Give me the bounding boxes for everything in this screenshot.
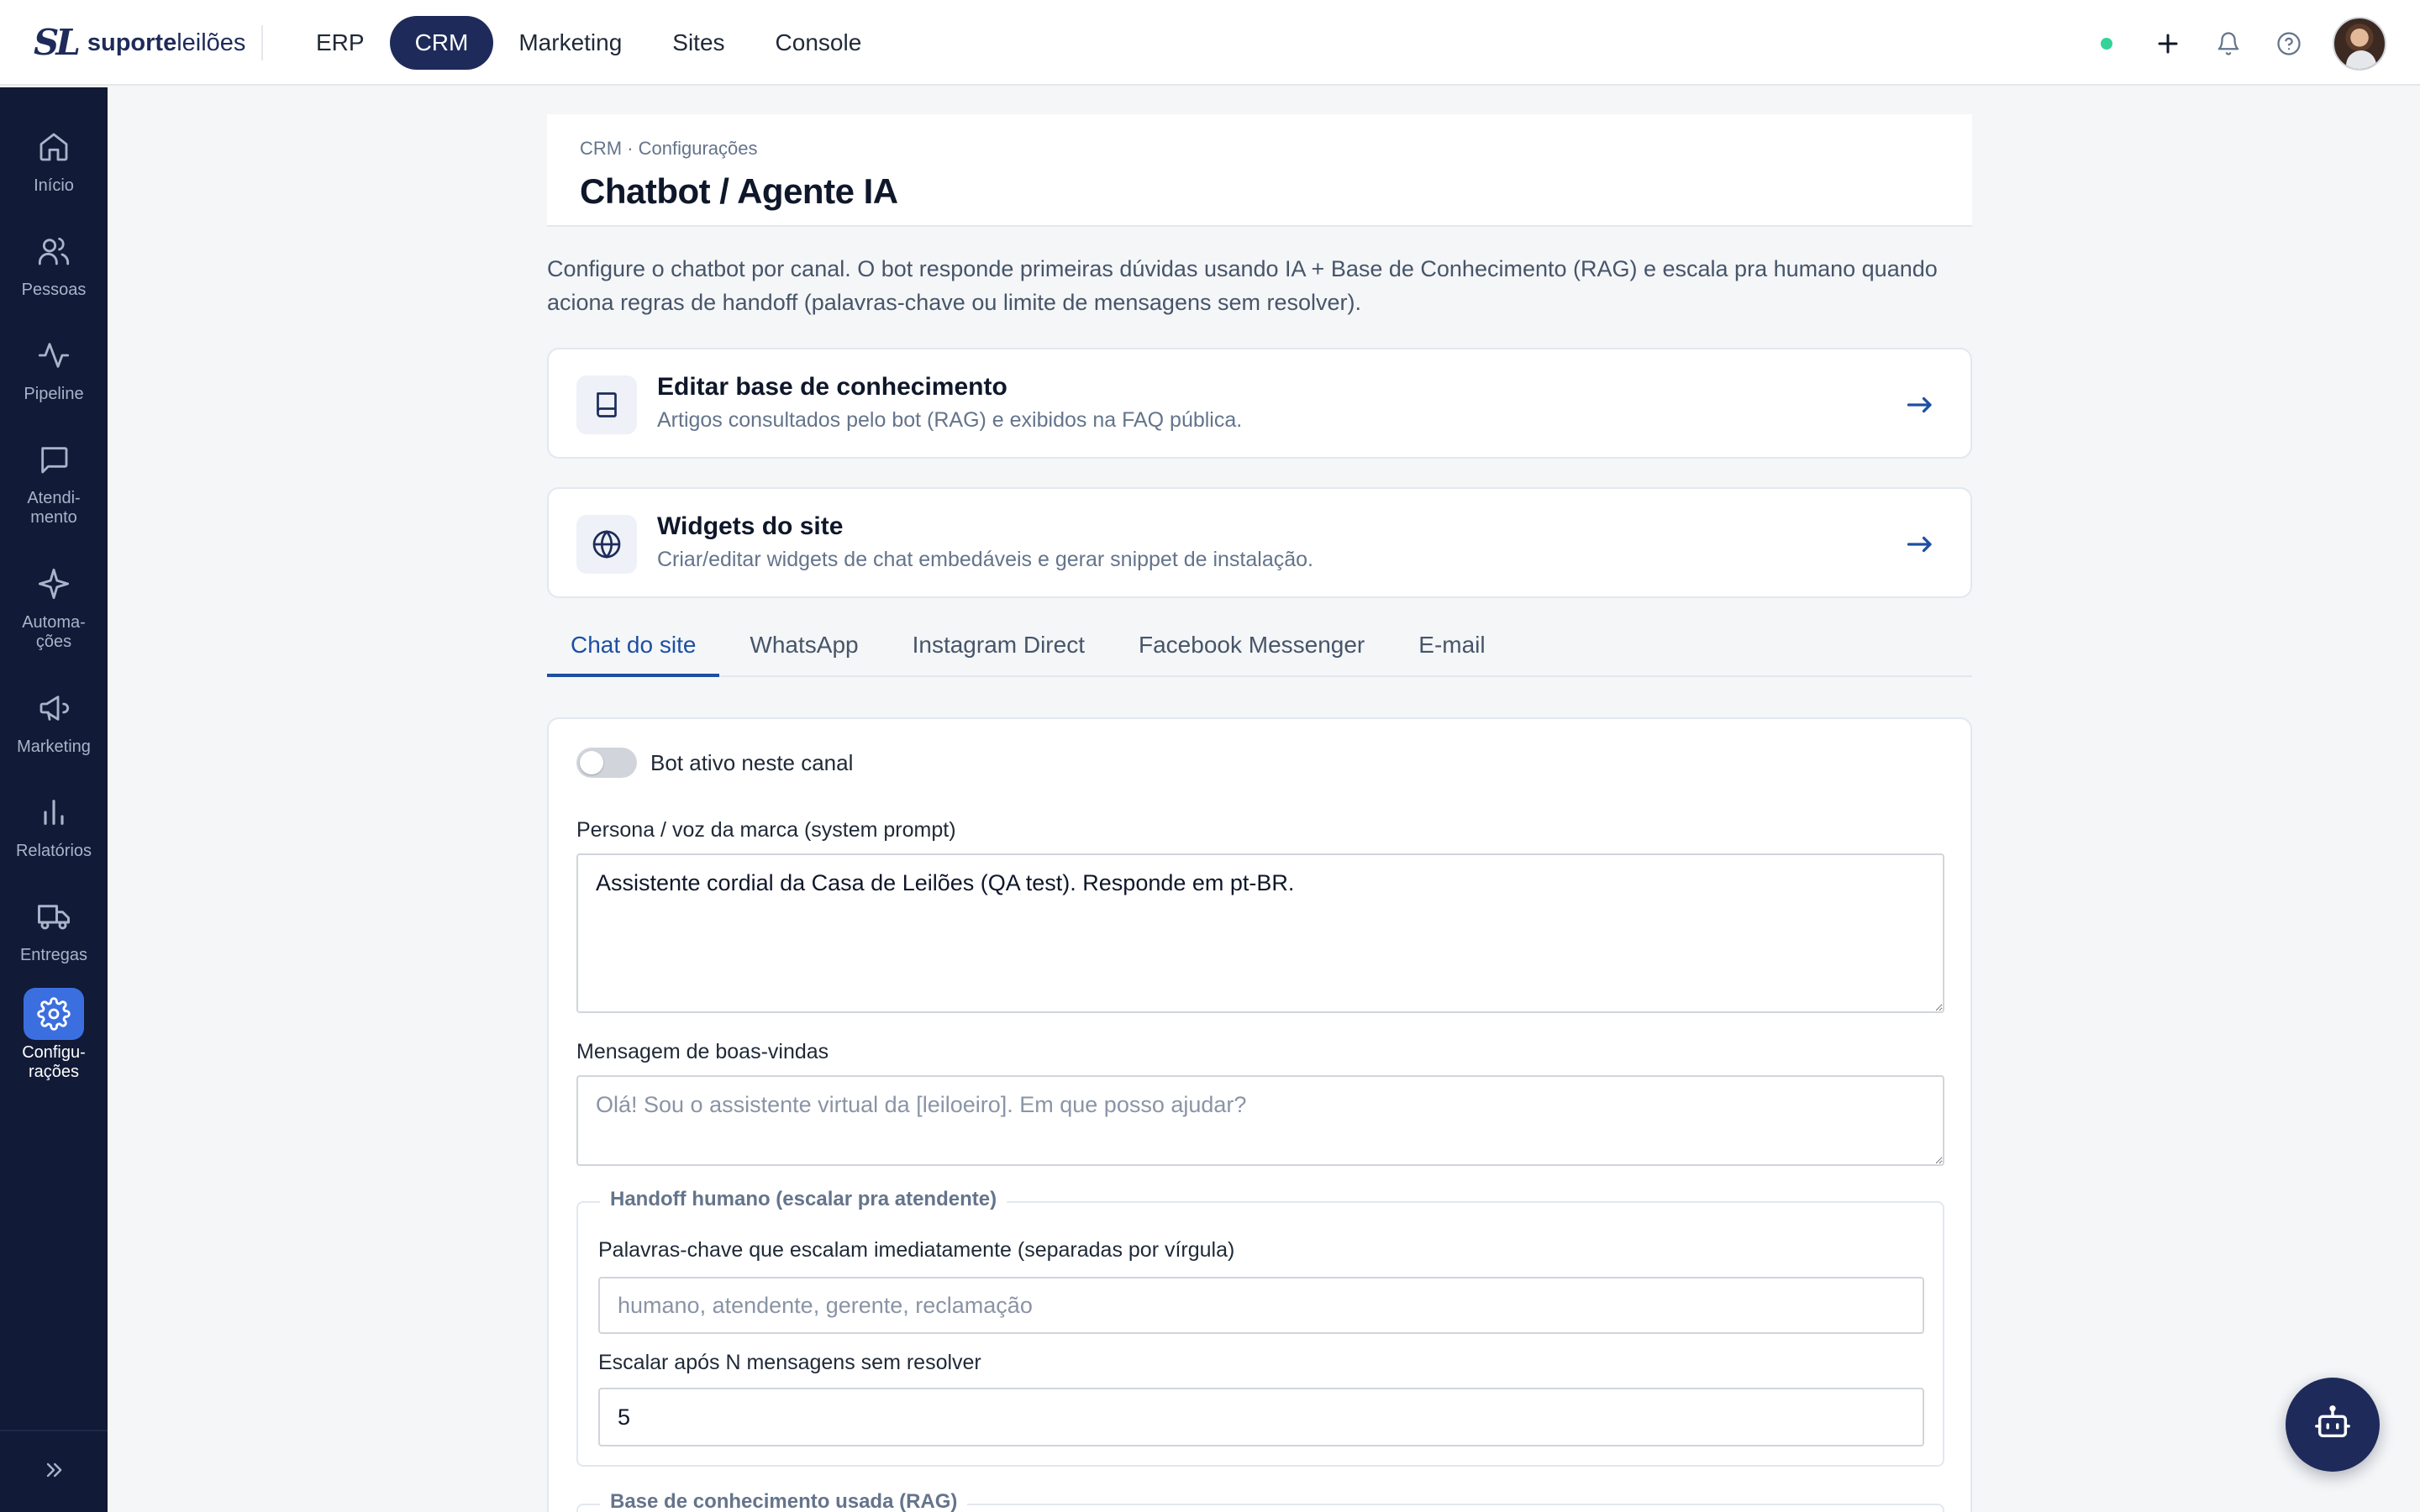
page-description: Configure o chatbot por canal. O bot res… xyxy=(547,256,1938,315)
sidebar-item-entregas[interactable]: Entregas xyxy=(0,890,108,965)
sidebar-item-relatorios[interactable]: Relatórios xyxy=(0,786,108,861)
book-icon xyxy=(576,375,637,434)
topnav-crm[interactable]: CRM xyxy=(389,16,494,70)
sidebar-item-label: Relatórios xyxy=(15,842,92,860)
topnav-sites[interactable]: Sites xyxy=(647,16,750,70)
user-avatar[interactable] xyxy=(2333,17,2386,71)
help-icon[interactable] xyxy=(2272,27,2306,60)
sidebar-item-atendimento[interactable]: Atendi- mento xyxy=(0,433,108,528)
channel-tabs: Chat do site WhatsApp Instagram Direct F… xyxy=(547,627,1972,677)
rag-fieldset: Base de conhecimento usada (RAG) xyxy=(576,1490,1944,1512)
breadcrumb[interactable]: CRM · Configurações xyxy=(580,138,1939,160)
robot-icon xyxy=(2313,1404,2352,1446)
sidebar-item-automacoes[interactable]: Automa- ções xyxy=(0,558,108,652)
sidebar: Início Pessoas Pipeline Atendi- mento Au… xyxy=(0,87,108,1512)
persona-label: Persona / voz da marca (system prompt) xyxy=(576,818,956,842)
activity-icon xyxy=(24,329,84,381)
plus-icon[interactable] xyxy=(2151,27,2185,60)
gear-icon xyxy=(24,988,84,1040)
keywords-label: Palavras-chave que escalam imediatamente… xyxy=(598,1238,1235,1262)
arrow-right-icon xyxy=(1905,529,1935,559)
bot-active-label: Bot ativo neste canal xyxy=(650,749,854,775)
brand-mark: SL xyxy=(34,22,81,63)
channel-settings-form: Bot ativo neste canal Persona / voz da m… xyxy=(547,717,1972,1512)
home-icon xyxy=(24,121,84,173)
megaphone-icon xyxy=(24,682,84,734)
chevrons-right-icon xyxy=(42,1458,66,1486)
bar-chart-icon xyxy=(24,786,84,838)
tab-whatsapp[interactable]: WhatsApp xyxy=(726,627,881,677)
sidebar-item-label: Automa- ções xyxy=(22,613,86,651)
sidebar-item-label: Configu- rações xyxy=(22,1043,86,1081)
assistant-fab-button[interactable] xyxy=(2286,1378,2380,1472)
bot-active-row: Bot ativo neste canal xyxy=(576,748,853,778)
topnav-marketing[interactable]: Marketing xyxy=(493,16,647,70)
top-nav: ERP CRM Marketing Sites Console xyxy=(291,16,886,70)
persona-textarea[interactable]: Assistente cordial da Casa de Leilões (Q… xyxy=(576,853,1944,1013)
sidebar-item-label: Marketing xyxy=(17,738,91,756)
top-actions xyxy=(2101,17,2386,71)
online-status-dot xyxy=(2101,38,2112,50)
sidebar-item-pessoas[interactable]: Pessoas xyxy=(0,225,108,300)
site-widgets-card[interactable]: Widgets do site Criar/editar widgets de … xyxy=(547,487,1972,598)
escalate-count-input[interactable] xyxy=(598,1388,1924,1446)
sidebar-item-label: Atendi- mento xyxy=(27,489,81,527)
truck-icon xyxy=(24,890,84,942)
handoff-fieldset: Handoff humano (escalar pra atendente) P… xyxy=(576,1188,1944,1467)
sidebar-item-label: Início xyxy=(34,176,74,195)
brand-logo[interactable]: SL suporteleilões xyxy=(34,24,245,62)
topnav-erp[interactable]: ERP xyxy=(291,16,390,70)
page-title: Chatbot / Agente IA xyxy=(580,171,898,211)
welcome-label: Mensagem de boas-vindas xyxy=(576,1040,829,1063)
arrow-right-icon xyxy=(1905,390,1935,420)
page-header: CRM · Configurações Chatbot / Agente IA xyxy=(547,114,1972,227)
bell-icon[interactable] xyxy=(2212,27,2245,60)
card-subtitle: Artigos consultados pelo bot (RAG) e exi… xyxy=(657,408,1243,432)
knowledge-base-card[interactable]: Editar base de conhecimento Artigos cons… xyxy=(547,348,1972,459)
globe-icon xyxy=(576,515,637,574)
top-divider xyxy=(261,25,263,60)
bot-active-toggle[interactable] xyxy=(576,748,637,778)
card-title: Editar base de conhecimento xyxy=(657,373,1007,401)
top-bar: SL suporteleilões ERP CRM Marketing Site… xyxy=(0,0,2420,86)
handoff-legend: Handoff humano (escalar pra atendente) xyxy=(600,1188,1007,1211)
sidebar-expand-button[interactable] xyxy=(0,1430,108,1512)
sparkle-icon xyxy=(24,558,84,610)
card-title: Widgets do site xyxy=(657,512,844,540)
keywords-input[interactable] xyxy=(598,1277,1924,1334)
sidebar-item-label: Entregas xyxy=(19,946,88,964)
tab-email[interactable]: E-mail xyxy=(1395,627,1508,677)
chat-icon xyxy=(24,433,84,486)
users-icon xyxy=(24,225,84,277)
sidebar-item-label: Pessoas xyxy=(21,281,87,299)
card-subtitle: Criar/editar widgets de chat embedáveis … xyxy=(657,548,1313,571)
escalate-label: Escalar após N mensagens sem resolver xyxy=(598,1351,981,1374)
tab-chat-do-site[interactable]: Chat do site xyxy=(547,627,720,677)
rag-legend: Base de conhecimento usada (RAG) xyxy=(600,1490,968,1512)
sidebar-item-pipeline[interactable]: Pipeline xyxy=(0,329,108,404)
main-content: CRM · Configurações Chatbot / Agente IA … xyxy=(547,114,1972,1512)
topnav-console[interactable]: Console xyxy=(750,16,887,70)
sidebar-item-label: Pipeline xyxy=(24,385,84,403)
sidebar-item-marketing[interactable]: Marketing xyxy=(0,682,108,757)
sidebar-item-configuracoes[interactable]: Configu- rações xyxy=(0,988,108,1082)
welcome-textarea[interactable] xyxy=(576,1075,1944,1166)
brand-name: suporteleilões xyxy=(87,29,246,56)
tab-instagram-direct[interactable]: Instagram Direct xyxy=(889,627,1108,677)
tab-facebook-messenger[interactable]: Facebook Messenger xyxy=(1115,627,1388,677)
sidebar-item-inicio[interactable]: Início xyxy=(0,121,108,196)
